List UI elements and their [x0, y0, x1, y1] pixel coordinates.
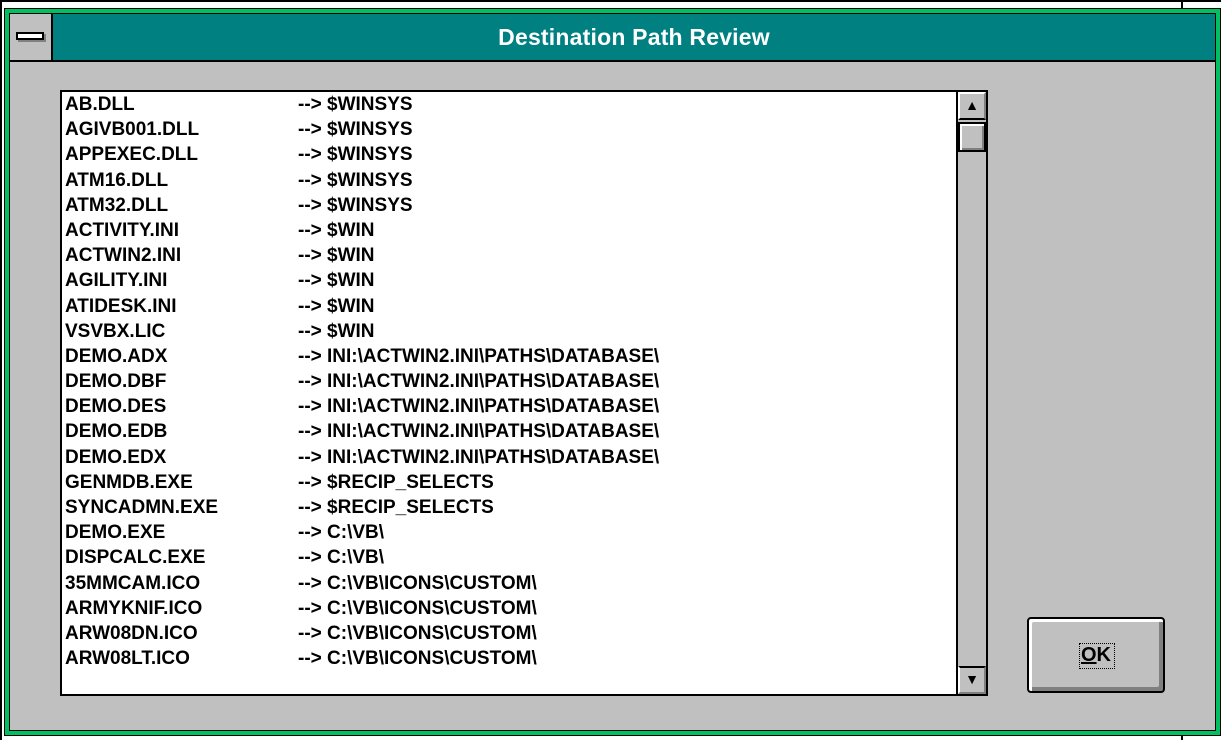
file-name: ATIDESK.INI [65, 295, 177, 317]
destination-path: --> $WINSYS [298, 169, 413, 191]
destination-path: --> $WINSYS [298, 144, 413, 166]
destination-path: --> C:\VB\ICONS\CUSTOM\ [298, 572, 537, 594]
file-name: DEMO.DES [65, 396, 167, 418]
destination-path: --> C:\VB\ICONS\CUSTOM\ [298, 622, 537, 644]
file-name: AGIVB001.DLL [65, 119, 200, 141]
file-name: ATM16.DLL [65, 169, 169, 191]
list-item[interactable]: ATM32.DLL --> $WINSYS [62, 193, 956, 218]
list-item[interactable]: ACTIVITY.INI --> $WIN [62, 218, 956, 243]
window-title: Destination Path Review [498, 24, 770, 50]
file-name: DEMO.ADX [65, 345, 168, 367]
list-item[interactable]: ARW08LT.ICO --> C:\VB\ICONS\CUSTOM\ [62, 646, 956, 671]
dialog-window: Destination Path Review AB.DLL --> $WINSY… [4, 8, 1221, 736]
scroll-up-button[interactable]: ▲ [958, 92, 986, 120]
list-item[interactable]: 35MMCAM.ICO --> C:\VB\ICONS\CUSTOM\ [62, 571, 956, 596]
list-item[interactable]: VSVBX.LIC --> $WIN [62, 319, 956, 344]
destination-path: --> C:\VB\ICONS\CUSTOM\ [298, 597, 537, 619]
list-item[interactable]: APPEXEC.DLL --> $WINSYS [62, 142, 956, 167]
list-item[interactable]: DEMO.DES --> INI:\ACTWIN2.INI\PATHS\DATAB… [62, 394, 956, 419]
file-name: ARW08DN.ICO [65, 622, 198, 644]
file-name: ACTWIN2.INI [65, 245, 182, 267]
destination-path: --> $WIN [298, 320, 375, 342]
list-item[interactable]: AGILITY.INI --> $WIN [62, 268, 956, 293]
destination-path: --> $WIN [298, 219, 375, 241]
destination-path: --> INI:\ACTWIN2.INI\PATHS\DATABASE\ [298, 371, 660, 393]
file-name: APPEXEC.DLL [65, 144, 199, 166]
file-name: ARW08LT.ICO [65, 648, 190, 670]
list-item[interactable]: ARW08DN.ICO --> C:\VB\ICONS\CUSTOM\ [62, 621, 956, 646]
list-item[interactable]: ARMYKNIF.ICO --> C:\VB\ICONS\CUSTOM\ [62, 596, 956, 621]
file-name: DISPCALC.EXE [65, 547, 206, 569]
ok-button[interactable]: OK [1027, 617, 1165, 693]
destination-path: --> C:\VB\ [298, 522, 385, 544]
list-item[interactable]: AGIVB001.DLL --> $WINSYS [62, 117, 956, 142]
file-name: DEMO.EDB [65, 421, 168, 443]
vertical-scrollbar[interactable]: ▲ ▼ [956, 92, 986, 694]
arrow-up-icon: ▲ [965, 97, 979, 113]
list-item[interactable]: ATIDESK.INI --> $WIN [62, 294, 956, 319]
parent-frame-left [0, 0, 2, 740]
dialog-client: Destination Path Review AB.DLL --> $WINSY… [9, 13, 1216, 731]
parent-frame-top [0, 0, 1221, 2]
destination-path: --> $WIN [298, 295, 375, 317]
file-name: ACTIVITY.INI [65, 219, 180, 241]
file-name: DEMO.EDX [65, 446, 167, 468]
list-item[interactable]: DEMO.ADX --> INI:\ACTWIN2.INI\PATHS\DATAB… [62, 344, 956, 369]
destination-path: --> $WINSYS [298, 119, 413, 141]
file-name: VSVBX.LIC [65, 320, 166, 342]
destination-path: --> $RECIP_SELECTS [298, 471, 494, 493]
file-name: SYNCADMN.EXE [65, 497, 219, 518]
destination-path: --> $WINSYS [298, 194, 413, 216]
destination-path: --> INI:\ACTWIN2.INI\PATHS\DATABASE\ [298, 446, 660, 468]
destination-path: --> $WIN [298, 270, 375, 292]
destination-path: --> INI:\ACTWIN2.INI\PATHS\DATABASE\ [298, 345, 660, 367]
file-name: DEMO.EXE [65, 522, 166, 544]
file-name: ATM32.DLL [65, 194, 169, 216]
ok-accelerator: O [1080, 644, 1097, 666]
arrow-down-icon: ▼ [965, 671, 979, 687]
destination-path: --> $RECIP_SELECTS [298, 497, 494, 518]
scroll-thumb[interactable] [958, 122, 986, 152]
destination-path: --> $WIN [298, 245, 375, 267]
file-name: AGILITY.INI [65, 270, 168, 292]
list-item[interactable]: DISPCALC.EXE --> C:\VB\ [62, 545, 956, 570]
destination-path: --> C:\VB\ [298, 547, 385, 569]
file-name: 35MMCAM.ICO [65, 572, 201, 594]
destination-list[interactable]: AB.DLL --> $WINSYS AGIVB001.DLL --> $WINSYS… [60, 90, 988, 696]
list-item[interactable]: GENMDB.EXE --> $RECIP_SELECTS [62, 470, 956, 495]
file-name: GENMDB.EXE [65, 471, 193, 493]
list-item[interactable]: DEMO.EDX --> INI:\ACTWIN2.INI\PATHS\DATAB… [62, 445, 956, 470]
file-name: AB.DLL [65, 94, 135, 115]
ok-label-rest: K [1096, 644, 1111, 666]
list-item[interactable]: SYNCADMN.EXE --> $RECIP_SELECTS [62, 495, 956, 520]
system-menu-icon [16, 32, 44, 40]
scroll-down-button[interactable]: ▼ [958, 666, 986, 694]
list-item[interactable]: ACTWIN2.INI --> $WIN [62, 243, 956, 268]
list-item[interactable]: DEMO.EDB --> INI:\ACTWIN2.INI\PATHS\DATAB… [62, 419, 956, 444]
destination-path: --> $WINSYS [298, 94, 413, 115]
list-item[interactable]: AB.DLL --> $WINSYS [62, 92, 956, 117]
destination-path: --> INI:\ACTWIN2.INI\PATHS\DATABASE\ [298, 396, 660, 418]
list-item[interactable]: ATM16.DLL --> $WINSYS [62, 168, 956, 193]
file-name: DEMO.DBF [65, 371, 167, 393]
system-menu-button[interactable] [10, 14, 53, 60]
ok-button-label: OK [1029, 619, 1163, 691]
list-item[interactable]: DEMO.DBF --> INI:\ACTWIN2.INI\PATHS\DATAB… [62, 369, 956, 394]
title-bar[interactable]: Destination Path Review [10, 14, 1215, 62]
list-item[interactable]: DEMO.EXE --> C:\VB\ [62, 520, 956, 545]
list-rows: AB.DLL --> $WINSYS AGIVB001.DLL --> $WINSYS… [62, 92, 956, 694]
destination-path: --> INI:\ACTWIN2.INI\PATHS\DATABASE\ [298, 421, 660, 443]
destination-path: --> C:\VB\ICONS\CUSTOM\ [298, 648, 537, 670]
file-name: ARMYKNIF.ICO [65, 597, 203, 619]
